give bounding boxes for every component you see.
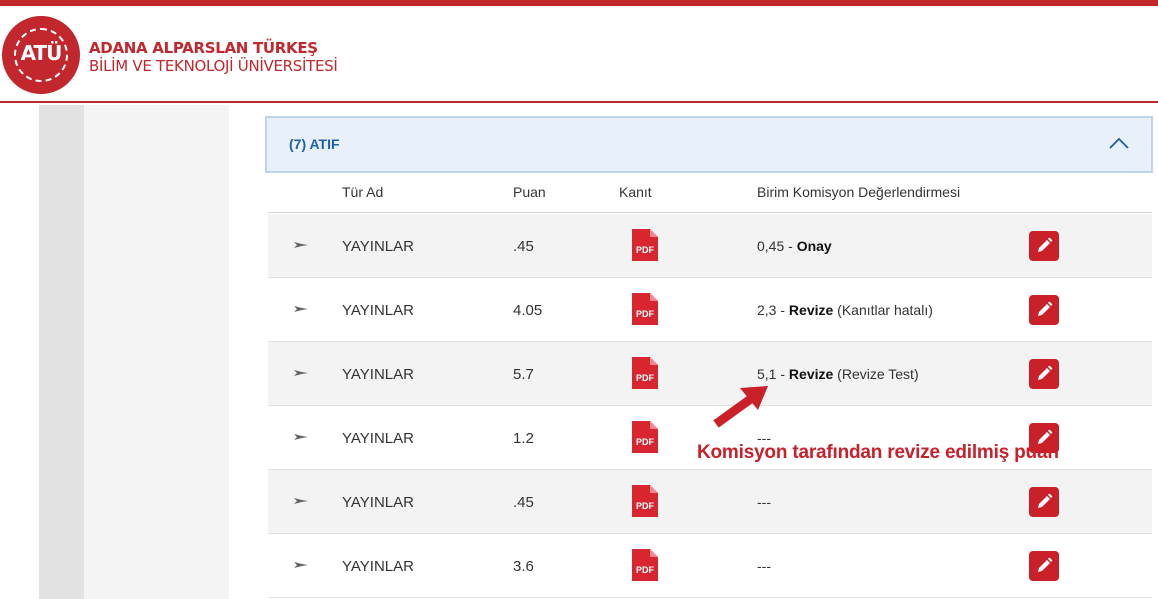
logo-text: ATÜ	[20, 41, 63, 65]
pencil-icon	[1038, 365, 1053, 380]
column-header-degerlendirme: Birim Komisyon Değerlendirmesi	[757, 184, 961, 200]
university-name-line1[interactable]: ADANA ALPARSLAN TÜRKEŞ	[89, 39, 318, 57]
accordion-title: (7) ATIF	[289, 136, 340, 152]
pdf-file-icon[interactable]: PDF	[632, 293, 658, 325]
tur-ad-cell: YAYINLAR	[342, 558, 414, 575]
pencil-icon	[1038, 237, 1053, 252]
pdf-file-icon[interactable]: PDF	[632, 421, 658, 453]
pdf-file-icon[interactable]: PDF	[632, 229, 658, 261]
pdf-file-icon[interactable]: PDF	[632, 357, 658, 389]
edit-button[interactable]	[1029, 551, 1059, 581]
pdf-label: PDF	[636, 565, 655, 575]
pencil-icon	[1038, 301, 1053, 316]
tur-ad-cell: YAYINLAR	[342, 430, 414, 447]
pencil-icon	[1038, 557, 1053, 572]
sidebar-panel	[84, 105, 229, 599]
chevron-up-icon[interactable]	[1107, 134, 1131, 154]
komisyon-degerlendirme-cell: ---	[757, 558, 771, 574]
column-header-puan: Puan	[513, 184, 546, 200]
deg-status: Onay	[796, 238, 832, 254]
deg-note: (Revize Test)	[833, 366, 919, 382]
pdf-label: PDF	[636, 437, 655, 447]
edit-button[interactable]	[1029, 487, 1059, 517]
sidebar-strip	[39, 105, 84, 599]
pdf-file-icon[interactable]: PDF	[632, 485, 658, 517]
drag-handle-icon[interactable]	[294, 240, 308, 250]
deg-separator: -	[776, 302, 789, 318]
komisyon-degerlendirme-cell: 5,1 - Revize (Revize Test)	[757, 366, 919, 382]
komisyon-degerlendirme-cell: 0,45 - Onay	[757, 238, 832, 254]
deg-separator: -	[784, 238, 797, 254]
drag-handle-icon[interactable]	[294, 432, 308, 442]
table-row: YAYINLAR .45 PDF ---	[268, 470, 1152, 534]
drag-handle-icon[interactable]	[294, 368, 308, 378]
edit-button[interactable]	[1029, 295, 1059, 325]
tur-ad-cell: YAYINLAR	[342, 238, 414, 255]
header-divider	[268, 212, 1152, 213]
tur-ad-cell: YAYINLAR	[342, 366, 414, 383]
pdf-label: PDF	[636, 309, 655, 319]
pdf-label: PDF	[636, 501, 655, 511]
drag-handle-icon[interactable]	[294, 560, 308, 570]
puan-cell: 3.6	[513, 558, 534, 575]
deg-value: 5,1	[757, 366, 777, 382]
annotation-arrow-icon	[713, 386, 768, 428]
deg-value: ---	[757, 494, 771, 510]
puan-cell: .45	[513, 494, 534, 511]
deg-separator: -	[776, 366, 789, 382]
pdf-label: PDF	[636, 245, 655, 255]
deg-value: 0,45	[757, 238, 785, 254]
puan-cell: 1.2	[513, 430, 534, 447]
puan-cell: 4.05	[513, 302, 543, 319]
pencil-icon	[1038, 493, 1053, 508]
site-header: ATÜ ADANA ALPARSLAN TÜRKEŞ BİLİM VE TEKN…	[0, 6, 1158, 103]
puan-cell: 5.7	[513, 366, 534, 383]
column-header-kanit: Kanıt	[619, 184, 652, 200]
tur-ad-cell: YAYINLAR	[342, 302, 414, 319]
university-logo[interactable]: ATÜ	[2, 16, 80, 94]
deg-status: Revize	[788, 366, 834, 382]
pdf-file-icon[interactable]: PDF	[632, 549, 658, 581]
deg-value: 2,3	[757, 302, 777, 318]
table-row: YAYINLAR 4.05 PDF 2,3 - Revize (Kanıtlar ha…	[268, 278, 1152, 342]
drag-handle-icon[interactable]	[294, 496, 308, 506]
annotation-text: Komisyon tarafından revize edilmiş puan	[697, 442, 1059, 463]
deg-value: ---	[757, 558, 771, 574]
column-header-tur-ad: Tür Ad	[342, 184, 384, 200]
edit-button[interactable]	[1029, 359, 1059, 389]
drag-handle-icon[interactable]	[294, 304, 308, 314]
deg-note: (Kanıtlar hatalı)	[833, 302, 933, 318]
tur-ad-cell: YAYINLAR	[342, 494, 414, 511]
pdf-label: PDF	[636, 373, 655, 383]
deg-status: Revize	[788, 302, 834, 318]
accordion-header-atif[interactable]: (7) ATIF	[265, 116, 1153, 173]
edit-button[interactable]	[1029, 231, 1059, 261]
university-name-line2[interactable]: BİLİM VE TEKNOLOJİ ÜNİVERSİTESİ	[89, 57, 338, 75]
komisyon-degerlendirme-cell: ---	[757, 494, 771, 510]
komisyon-degerlendirme-cell: 2,3 - Revize (Kanıtlar hatalı)	[757, 302, 933, 318]
table-row: YAYINLAR 3.6 PDF ---	[268, 534, 1152, 598]
puan-cell: .45	[513, 238, 534, 255]
table-row: YAYINLAR .45 PDF 0,45 - Onay	[268, 214, 1152, 278]
